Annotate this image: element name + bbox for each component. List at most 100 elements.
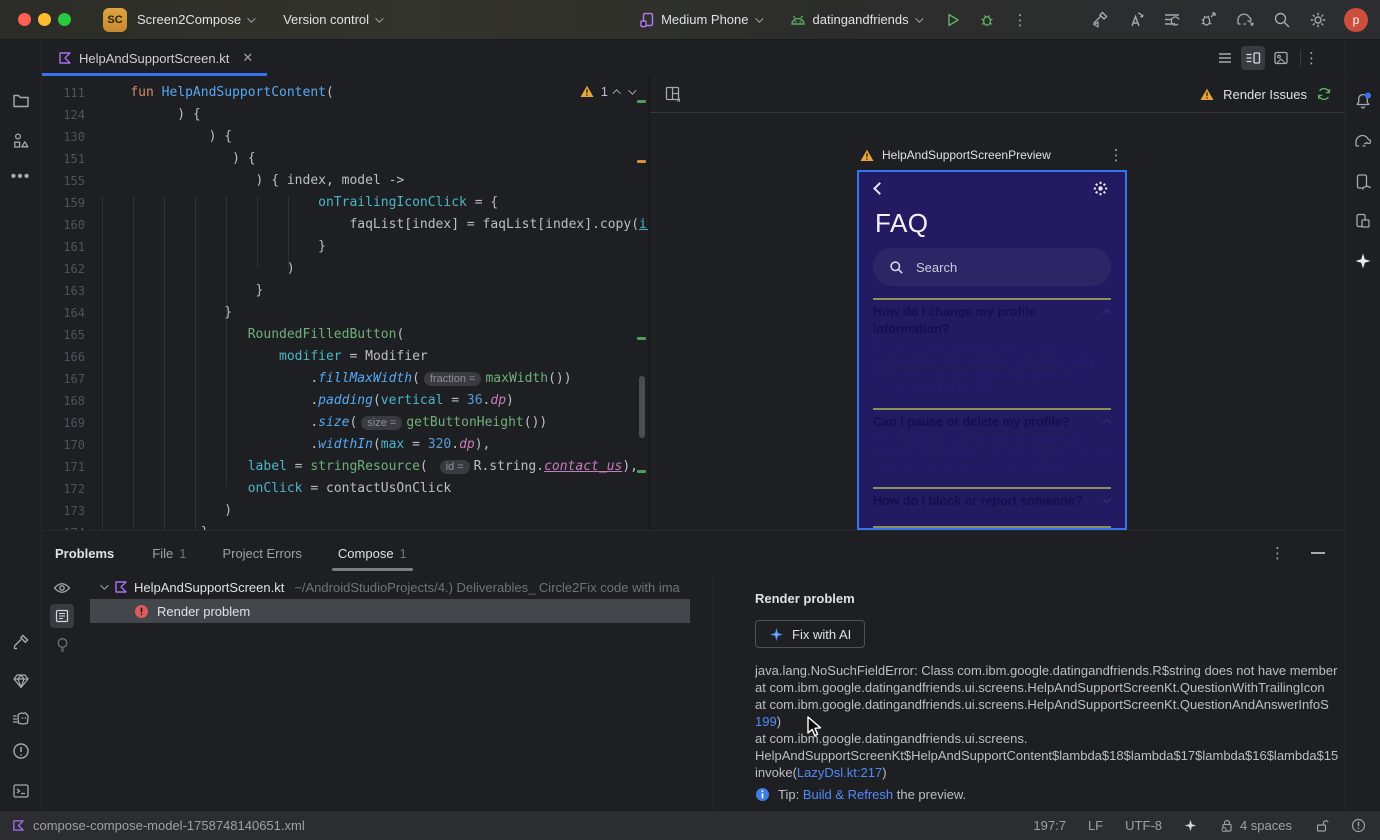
minimize-window-button[interactable] — [38, 13, 51, 26]
settings-gear-icon[interactable] — [1308, 10, 1328, 30]
problems-tool-icon[interactable] — [12, 742, 30, 760]
line-number[interactable]: 162 — [52, 258, 85, 280]
problems-issue-row[interactable]: Render problem — [90, 599, 690, 623]
line-number[interactable]: 124 — [52, 104, 85, 126]
problems-window-title[interactable]: Problems — [55, 546, 114, 561]
gradle-sync-icon[interactable] — [1234, 10, 1256, 30]
line-number[interactable]: 164 — [52, 302, 85, 324]
history-list-icon[interactable] — [1162, 10, 1182, 30]
code-line[interactable]: 167 .fillMaxWidth(fraction = maxWidth()) — [42, 368, 648, 390]
editor-more-options-icon[interactable]: ⋮ — [1304, 49, 1319, 67]
caret-position[interactable]: 197:7 — [1033, 818, 1066, 833]
line-number[interactable]: 166 — [52, 346, 85, 368]
device-selector[interactable]: Medium Phone — [639, 12, 764, 28]
line-number[interactable]: 111 — [52, 82, 85, 104]
render-issues-label[interactable]: Render Issues — [1223, 87, 1307, 102]
ai-status-sparkle-icon[interactable] — [1184, 819, 1197, 832]
editor-view-mode-split-icon[interactable] — [1241, 46, 1265, 70]
code-line[interactable]: 151 ) { — [42, 148, 648, 170]
run-configuration-selector[interactable]: datingandfriends — [789, 12, 924, 27]
line-number[interactable]: 163 — [52, 280, 85, 302]
code-line[interactable]: 174 } — [42, 522, 648, 530]
refresh-icon[interactable] — [1316, 86, 1332, 102]
hide-panel-icon[interactable] — [1311, 552, 1325, 554]
editor-mark-green[interactable] — [637, 100, 646, 103]
tab-compose[interactable]: Compose 1 — [331, 546, 413, 571]
line-number[interactable]: 168 — [52, 390, 85, 412]
code-line[interactable]: 160 faqList[index] = faqList[index].copy… — [42, 214, 648, 236]
project-tool-icon[interactable] — [12, 92, 30, 110]
code-line[interactable]: 173 ) — [42, 500, 648, 522]
fix-with-ai-button[interactable]: Fix with AI — [755, 620, 866, 648]
line-number[interactable]: 174 — [52, 522, 85, 530]
line-number[interactable]: 159 — [52, 192, 85, 214]
phone-preview-frame[interactable]: FAQ Search How do I change my profile in… — [857, 170, 1127, 530]
preview-eye-icon[interactable] — [53, 581, 71, 595]
inspection-widget[interactable]: 1 — [580, 84, 637, 99]
code-line[interactable]: 169 .size(size = getButtonHeight()) — [42, 412, 648, 434]
close-tab-icon[interactable]: ✕ — [242, 50, 253, 66]
code-line[interactable]: 124 ) { — [42, 104, 648, 126]
attach-debugger-icon[interactable] — [1198, 10, 1218, 30]
resource-manager-icon[interactable] — [12, 132, 30, 150]
code-line[interactable]: 155 ) { index, model -> — [42, 170, 648, 192]
editor-view-mode-design-icon[interactable] — [1269, 46, 1293, 70]
line-number[interactable]: 172 — [52, 478, 85, 500]
editor-mark-green[interactable] — [637, 470, 646, 473]
line-number[interactable]: 167 — [52, 368, 85, 390]
editor-view-mode-code-icon[interactable] — [1213, 46, 1237, 70]
tab-project-errors[interactable]: Project Errors — [222, 546, 301, 561]
build-run-icon[interactable] — [1090, 10, 1110, 30]
device-manager-icon[interactable] — [1354, 173, 1373, 192]
ai-actions-icon[interactable] — [1126, 10, 1146, 30]
more-tool-windows-icon[interactable]: ••• — [11, 168, 31, 186]
preview-options-icon[interactable]: ⋮ — [1109, 146, 1124, 164]
user-avatar[interactable]: p — [1344, 7, 1368, 32]
code-line[interactable]: 162 ) — [42, 258, 648, 280]
close-window-button[interactable] — [18, 13, 31, 26]
editor-scrollbar[interactable] — [639, 376, 645, 438]
code-line[interactable]: 161 } — [42, 236, 648, 258]
line-number[interactable]: 169 — [52, 412, 85, 434]
line-number[interactable]: 173 — [52, 500, 85, 522]
search-icon[interactable] — [1272, 10, 1292, 30]
project-selector[interactable]: Screen2Compose — [137, 12, 256, 27]
editor-mark-green[interactable] — [637, 337, 646, 340]
line-number[interactable]: 165 — [52, 324, 85, 346]
code-line[interactable]: 165 RoundedFilledButton( — [42, 324, 648, 346]
preview-title-row[interactable]: HelpAndSupportScreenPreview ⋮ — [860, 146, 1124, 164]
line-number[interactable]: 155 — [52, 170, 85, 192]
code-line[interactable]: 168 .padding(vertical = 36.dp) — [42, 390, 648, 412]
status-file-name[interactable]: compose-compose-model-1758748140651.xml — [33, 818, 305, 833]
line-separator[interactable]: LF — [1088, 818, 1103, 833]
quick-fix-bulb-icon[interactable] — [56, 637, 69, 653]
code-line[interactable]: 163 } — [42, 280, 648, 302]
maximize-window-button[interactable] — [58, 13, 71, 26]
stack-trace-link[interactable]: LazyDsl.kt:217 — [797, 765, 882, 780]
chevron-down-icon[interactable] — [100, 581, 109, 590]
line-number[interactable]: 160 — [52, 214, 85, 236]
more-actions-button[interactable]: ⋮ — [1013, 11, 1028, 29]
code-line[interactable]: 130 ) { — [42, 126, 648, 148]
app-quality-insights-icon[interactable] — [12, 672, 30, 690]
indent-config[interactable]: 4 spaces — [1219, 818, 1292, 833]
tab-file[interactable]: File 1 — [152, 546, 186, 561]
problems-file-row[interactable]: HelpAndSupportScreen.kt ~/AndroidStudioP… — [82, 575, 754, 599]
vcs-widget[interactable]: Version control — [283, 12, 384, 27]
line-number[interactable]: 170 — [52, 434, 85, 456]
running-devices-icon[interactable] — [1354, 212, 1372, 230]
inspections-status-icon[interactable] — [1351, 818, 1366, 833]
preview-layout-grid-icon[interactable] — [664, 85, 682, 103]
line-number[interactable]: 171 — [52, 456, 85, 478]
editor-tab[interactable]: HelpAndSupportScreen.kt ✕ — [42, 40, 268, 76]
project-icon[interactable]: SC — [103, 7, 127, 32]
code-line[interactable]: 164 } — [42, 302, 648, 324]
code-line[interactable]: 172 onClick = contactUsOnClick — [42, 478, 648, 500]
line-number[interactable]: 130 — [52, 126, 85, 148]
code-line[interactable]: 171 label = stringResource( id = R.string… — [42, 456, 648, 478]
line-number[interactable]: 161 — [52, 236, 85, 258]
gemini-sparkle-icon[interactable] — [1354, 252, 1372, 270]
readonly-unlocked-icon[interactable] — [1314, 818, 1329, 833]
panel-options-icon[interactable]: ⋮ — [1270, 544, 1285, 562]
build-tool-icon[interactable] — [12, 633, 30, 651]
